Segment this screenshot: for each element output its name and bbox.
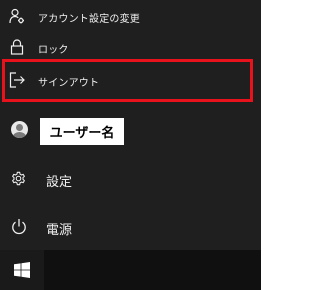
start-menu-panel: アカウント設定の変更 ロック サインアウト ユーザー名 設定 電源 — [0, 0, 261, 250]
gear-icon — [10, 170, 27, 187]
highlight-box — [2, 59, 253, 102]
account-settings-label: アカウント設定の変更 — [38, 14, 140, 25]
account-settings-item[interactable]: アカウント設定の変更 — [0, 0, 261, 32]
settings-label: 設定 — [46, 175, 73, 190]
user-avatar-icon — [11, 121, 28, 138]
lock-label: ロック — [38, 45, 69, 56]
power-label: 電源 — [46, 223, 73, 238]
settings-item[interactable]: 設定 — [0, 162, 261, 196]
power-item[interactable]: 電源 — [0, 208, 261, 246]
power-icon — [11, 218, 27, 235]
lock-icon — [10, 39, 24, 55]
username-label: ユーザー名 — [40, 118, 124, 145]
user-item[interactable]: ユーザー名 — [0, 112, 261, 148]
windows-logo-icon — [14, 262, 30, 278]
start-button[interactable] — [0, 250, 44, 290]
taskbar — [0, 250, 261, 290]
lock-item[interactable]: ロック — [0, 33, 261, 61]
person-gear-icon — [9, 8, 25, 24]
